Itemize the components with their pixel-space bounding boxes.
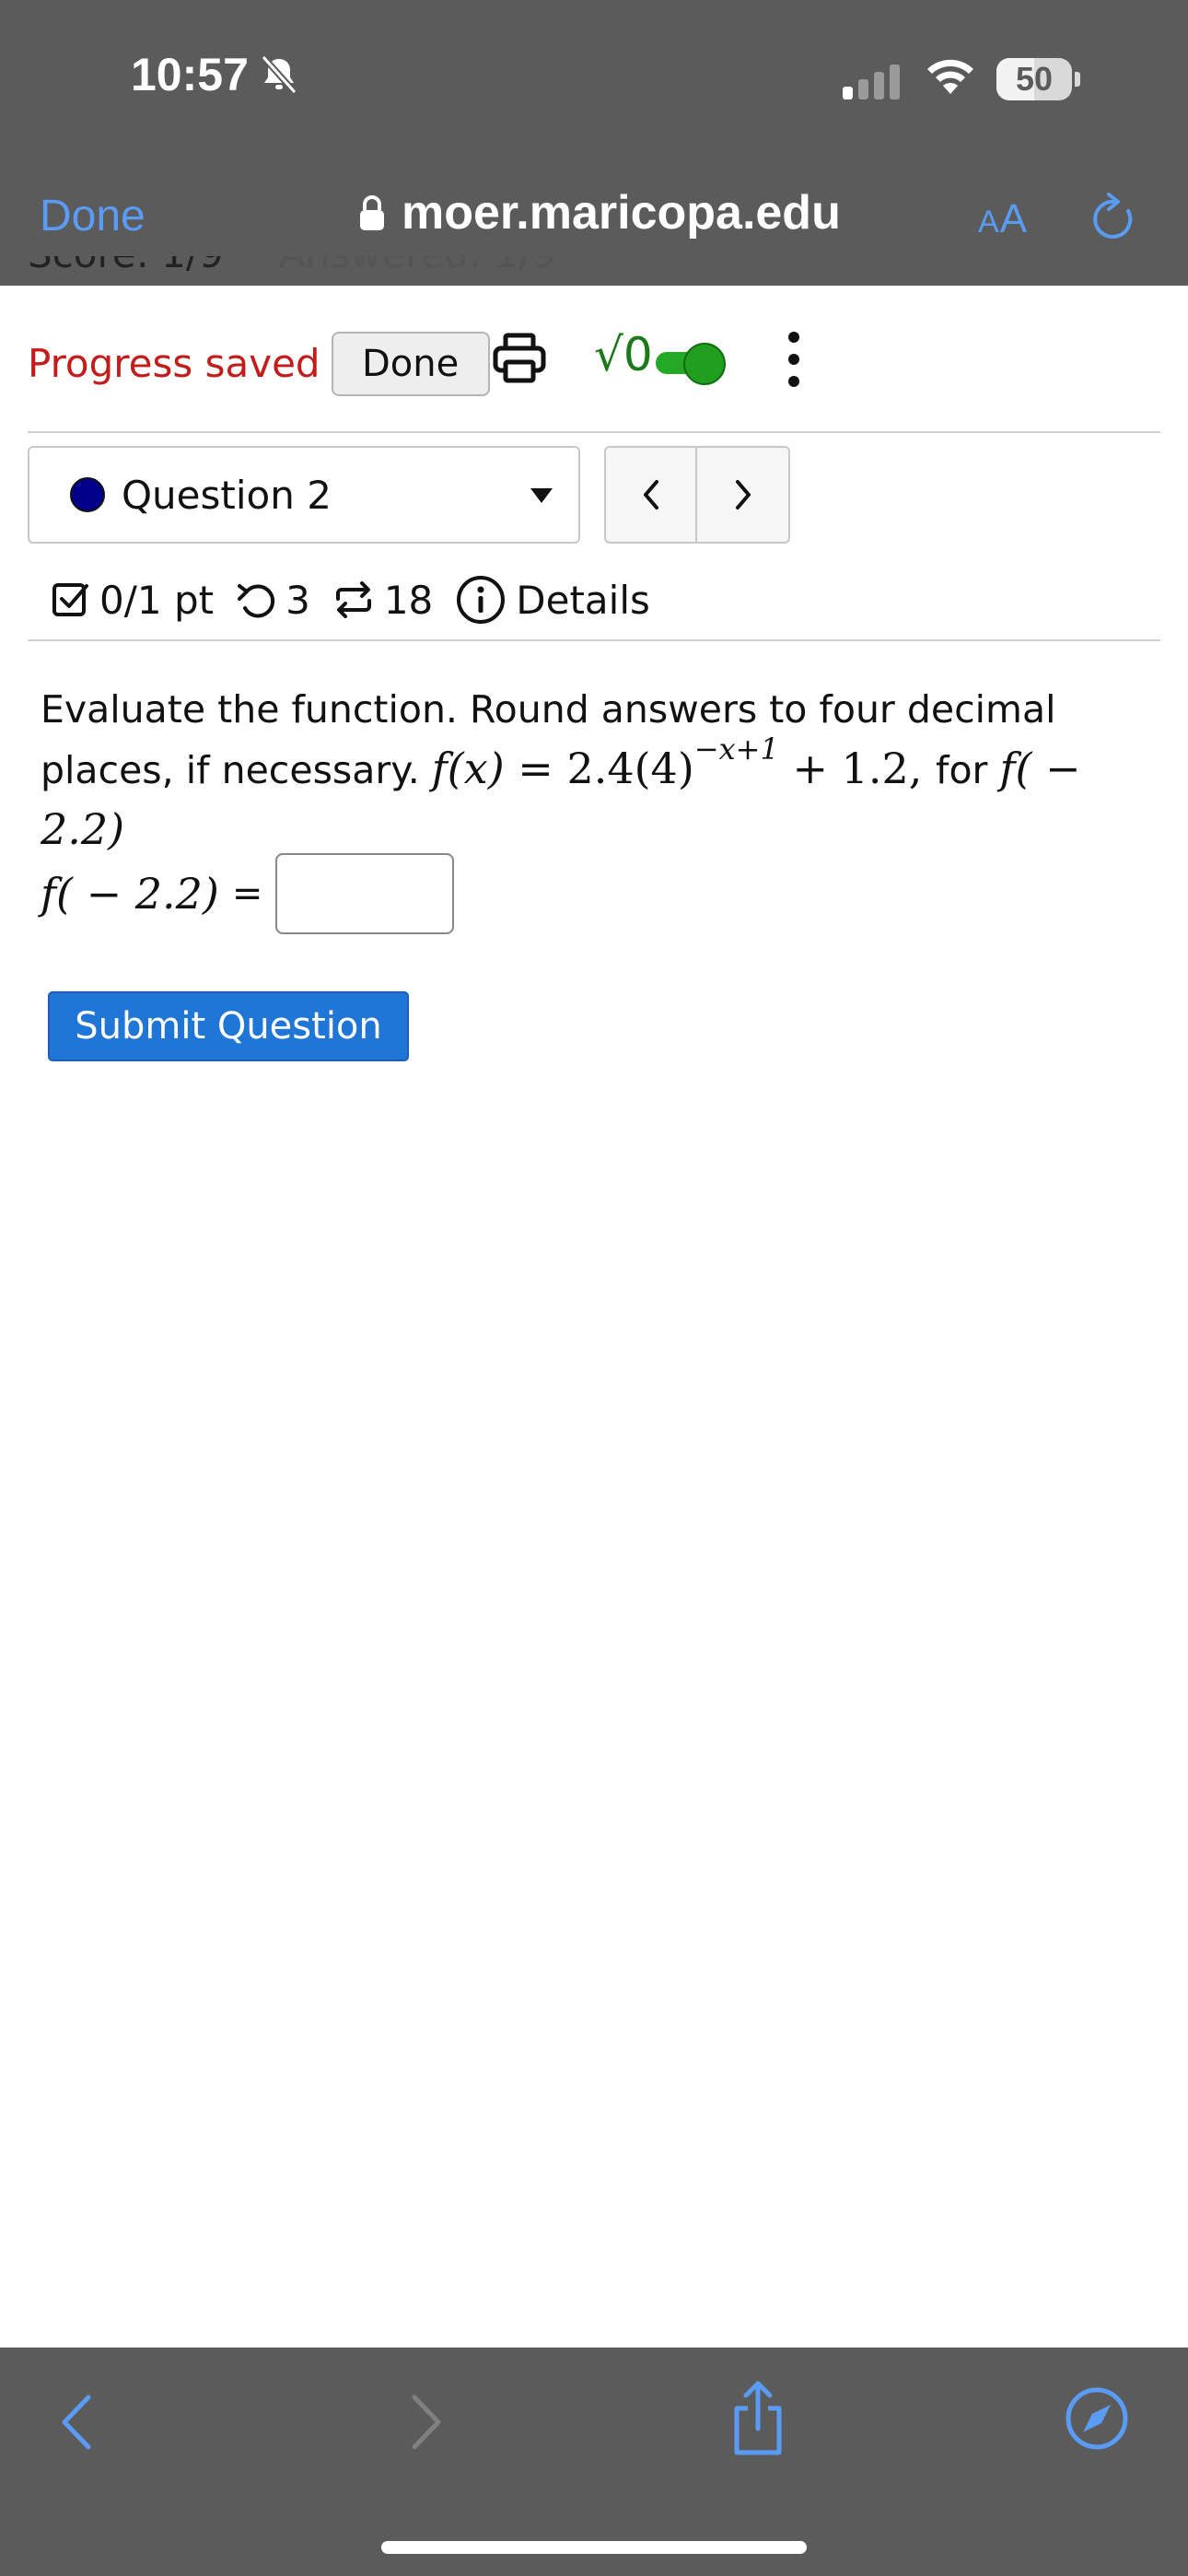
question-prompt: Evaluate the function. Round answers to … bbox=[41, 680, 1164, 861]
status-time: 10:57 bbox=[131, 48, 300, 101]
answer-label: f( − 2.2) bbox=[41, 869, 219, 919]
url-text: moer.maricopa.edu bbox=[402, 186, 841, 240]
caret-down-icon bbox=[530, 488, 553, 503]
submit-question-button[interactable]: Submit Question bbox=[48, 991, 409, 1061]
lock-icon bbox=[360, 195, 384, 230]
home-indicator[interactable] bbox=[381, 2541, 807, 2554]
printer-icon[interactable] bbox=[493, 333, 546, 384]
browser-done-button[interactable]: Done bbox=[40, 191, 146, 241]
divider bbox=[28, 639, 1160, 641]
chevron-left-icon bbox=[643, 480, 658, 509]
divider bbox=[28, 431, 1160, 433]
details-link[interactable]: Details bbox=[516, 578, 650, 623]
cellular-signal-icon bbox=[843, 63, 902, 100]
url-display[interactable]: moer.maricopa.edu bbox=[357, 185, 841, 240]
answer-input[interactable] bbox=[275, 853, 455, 934]
forward-icon[interactable] bbox=[405, 2392, 446, 2453]
previous-question-button[interactable] bbox=[604, 446, 697, 544]
compass-icon[interactable] bbox=[1065, 2386, 1129, 2451]
chevron-right-icon bbox=[735, 480, 751, 509]
done-button[interactable]: Done bbox=[331, 331, 490, 396]
text-size-button[interactable]: AA bbox=[978, 196, 1028, 242]
retries-count: 3 bbox=[285, 577, 310, 623]
reload-icon[interactable] bbox=[1089, 191, 1140, 246]
math-entry-toggle[interactable] bbox=[656, 343, 729, 385]
score-summary: Score: 1/9 Answered: 1/9 bbox=[28, 256, 1188, 286]
bell-slash-icon bbox=[261, 54, 297, 95]
battery-indicator: 50 bbox=[996, 57, 1081, 101]
math-entry-label: √0 bbox=[594, 328, 653, 381]
checkbox-icon bbox=[52, 583, 88, 616]
info-icon[interactable] bbox=[455, 574, 507, 626]
progress-status: Progress saved bbox=[28, 341, 320, 386]
browser-bottom-toolbar bbox=[0, 2348, 1188, 2576]
battery-level: 50 bbox=[1015, 60, 1054, 98]
question-selector[interactable]: Question 2 bbox=[28, 446, 580, 544]
next-question-button[interactable] bbox=[697, 446, 790, 544]
answer-row: f( − 2.2) = bbox=[41, 852, 455, 935]
undo-icon bbox=[238, 584, 275, 618]
more-options-icon[interactable] bbox=[783, 332, 805, 387]
question-selector-label: Question 2 bbox=[122, 472, 332, 518]
wifi-icon bbox=[927, 59, 973, 94]
attempts-count: 18 bbox=[383, 577, 434, 623]
score-text: Score: 1/9 bbox=[28, 256, 224, 276]
status-bar: 10:57 50 bbox=[0, 0, 1188, 161]
function-expression: f(x) = 2.4(4)−x+1 + 1.2, bbox=[431, 732, 923, 793]
question-meta: 0/1 pt 3 18 Details bbox=[52, 568, 650, 632]
for-word: for bbox=[936, 748, 988, 792]
question-status-dot bbox=[70, 477, 105, 512]
share-icon[interactable] bbox=[726, 2379, 790, 2458]
answer-equals: = bbox=[231, 872, 263, 915]
back-icon[interactable] bbox=[57, 2392, 98, 2453]
clock-text: 10:57 bbox=[131, 49, 249, 100]
answered-text: Answered: 1/9 bbox=[279, 256, 556, 276]
points-text: 0/1 pt bbox=[99, 577, 215, 623]
assignment-toolbar: Progress saved Done bbox=[28, 329, 490, 398]
question-nav bbox=[604, 446, 790, 544]
repeat-icon bbox=[335, 581, 371, 618]
